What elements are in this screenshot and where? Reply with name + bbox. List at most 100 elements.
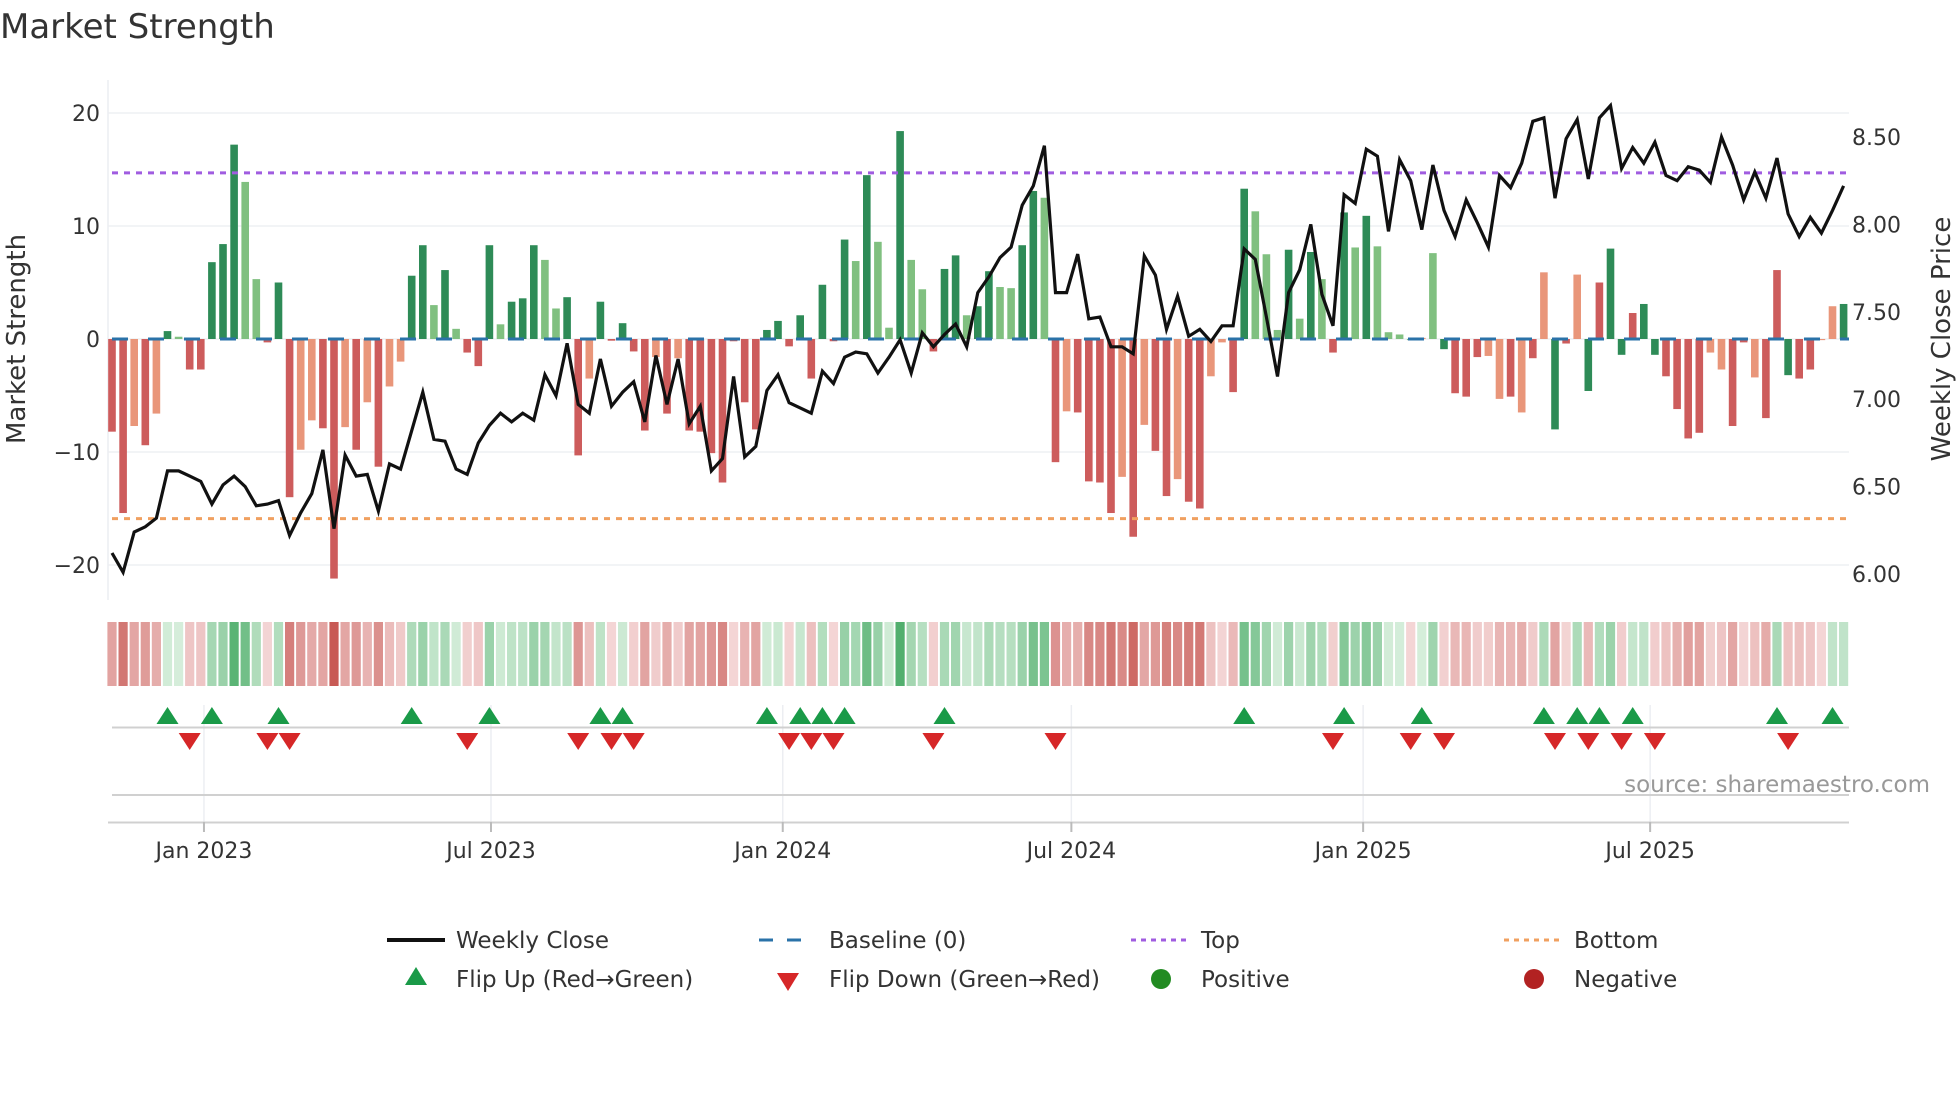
legend-flip-up: Flip Up (Red→Green) xyxy=(456,967,693,993)
strength-bar xyxy=(130,339,138,427)
legend-flip-down-icon xyxy=(777,973,799,991)
strength-bar xyxy=(1029,190,1038,339)
strength-bar xyxy=(585,339,594,379)
heatmap-cell xyxy=(995,622,1005,686)
heatmap-cell xyxy=(684,622,694,686)
legend-positive-icon xyxy=(1151,969,1171,989)
y-tick-label: 20 xyxy=(72,102,100,127)
right-y-axis-ticks: 8.50 8.00 7.50 7.00 6.50 6.00 xyxy=(1852,126,1901,588)
heatmap-cell xyxy=(1306,622,1316,686)
strength-bar xyxy=(1595,282,1604,339)
strength-bar xyxy=(185,339,194,370)
flip-down-marker xyxy=(1322,733,1344,750)
y2-tick-label: 6.00 xyxy=(1852,563,1901,588)
heatmap-cell xyxy=(318,622,328,686)
heatmap-cell xyxy=(1628,622,1638,686)
heatmap-cell xyxy=(751,622,761,686)
heatmap-cell xyxy=(384,622,395,686)
left-y-axis-label: Market Strength xyxy=(2,234,32,444)
heatmap-cell xyxy=(662,622,672,686)
strength-bar xyxy=(1673,339,1681,410)
heatmap-cell xyxy=(817,622,827,686)
flip-down-marker xyxy=(567,733,590,750)
strength-bar xyxy=(1207,339,1215,377)
strength-bar xyxy=(530,245,538,339)
strength-bar xyxy=(152,339,161,414)
heatmap-cell xyxy=(273,622,284,686)
strength-bar xyxy=(1107,339,1115,514)
heatmap-cell xyxy=(851,622,861,686)
heatmap-cell xyxy=(351,622,361,686)
flip-down-marker xyxy=(600,733,623,750)
heatmap-cell xyxy=(1450,622,1460,686)
strength-bar xyxy=(396,339,405,362)
heatmap-cell xyxy=(140,622,150,686)
strength-bar xyxy=(851,261,860,339)
strength-bar xyxy=(629,339,638,352)
heatmap-cell xyxy=(551,622,561,686)
heatmap-cell xyxy=(1761,622,1771,686)
strength-bar xyxy=(1295,318,1304,339)
heatmap-cell xyxy=(917,622,927,686)
strength-bar xyxy=(496,324,505,339)
heatmap-cell xyxy=(1173,622,1183,686)
legend-negative: Negative xyxy=(1574,967,1677,993)
y-tick-label: −10 xyxy=(54,441,100,466)
heatmap-cell xyxy=(1506,622,1516,686)
flip-down-marker xyxy=(1544,733,1566,750)
heatmap-cell xyxy=(162,622,173,686)
heatmap-cell xyxy=(1350,622,1360,686)
heatmap-cell xyxy=(651,622,661,686)
strength-bar xyxy=(1706,339,1715,353)
strength-bar xyxy=(1728,339,1737,427)
strength-bar xyxy=(1184,339,1193,502)
gridlines xyxy=(108,112,1849,822)
flip-down-marker xyxy=(1577,733,1600,750)
flip-down-marker xyxy=(1433,733,1455,750)
heatmap-cell xyxy=(951,622,961,686)
heatmap-cell xyxy=(1228,622,1238,686)
legend-top: Top xyxy=(1200,928,1240,954)
strength-bar xyxy=(552,308,560,339)
heatmap-cell xyxy=(773,622,783,686)
heatmap-cell xyxy=(984,622,994,686)
heatmap-cell xyxy=(462,622,472,686)
flip-up-marker xyxy=(1410,707,1433,724)
strength-bar xyxy=(363,339,372,403)
strength-bar xyxy=(1517,339,1526,413)
strength-bar xyxy=(1218,339,1226,343)
legend-flip-down: Flip Down (Green→Red) xyxy=(829,967,1100,993)
strength-bar xyxy=(1096,339,1104,483)
strength-bar xyxy=(1806,339,1815,370)
heatmap-cell xyxy=(507,622,517,686)
flip-down-marker xyxy=(1044,733,1067,750)
heatmap-cell xyxy=(873,622,883,686)
strength-bar xyxy=(507,301,516,339)
heatmap-cell xyxy=(307,622,317,686)
chart-title: Market Strength xyxy=(0,7,275,47)
heatmap-cell xyxy=(1206,622,1216,686)
heatmap-cell xyxy=(1650,622,1660,686)
strength-bar xyxy=(674,339,682,359)
strength-bar xyxy=(385,339,394,387)
strength-bar xyxy=(163,331,172,339)
x-tick-label: Jul 2024 xyxy=(1025,839,1117,864)
strength-bar xyxy=(1196,339,1204,509)
strength-bar xyxy=(1351,247,1359,339)
heatmap-cell xyxy=(1716,622,1727,686)
strength-bar xyxy=(430,305,438,339)
flip-up-marker xyxy=(267,707,290,724)
flip-up-marker xyxy=(1233,707,1256,724)
flip-up-marker xyxy=(811,707,834,724)
heatmap-cell xyxy=(1084,622,1094,686)
heatmap-cell xyxy=(629,622,639,686)
heatmap-cell xyxy=(973,622,983,686)
strength-bar xyxy=(1073,339,1082,413)
heatmap-cell xyxy=(1839,622,1849,686)
heatmap-cell xyxy=(1317,622,1327,686)
heatmap-cell xyxy=(618,622,628,686)
heatmap-cell xyxy=(418,622,428,686)
heatmap-cell xyxy=(1250,622,1260,686)
heatmap-cell xyxy=(240,622,250,686)
heatmap-cell xyxy=(473,622,483,686)
